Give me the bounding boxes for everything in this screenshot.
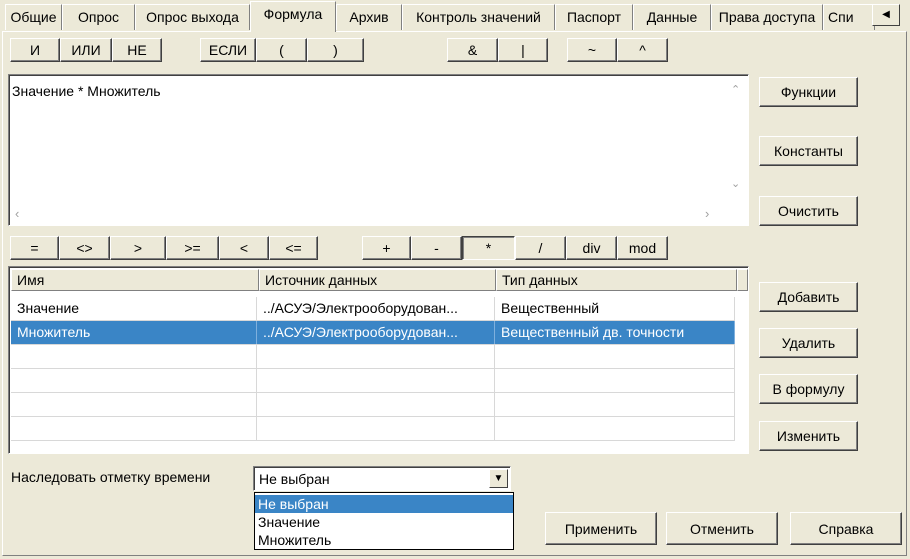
clear-button[interactable]: Очистить xyxy=(759,196,858,226)
scroll-down-icon[interactable]: ⌄ xyxy=(731,177,740,190)
functions-button[interactable]: Функции xyxy=(759,77,858,107)
tilde-button[interactable]: ~ xyxy=(567,38,617,62)
horizontal-scrollbar[interactable]: ‹ › xyxy=(11,205,723,223)
cell-type: Вещественный дв. точности xyxy=(495,321,735,344)
cell-name: Значение xyxy=(11,297,257,320)
scroll-left-icon[interactable]: ‹ xyxy=(15,206,19,221)
formula-text: Значение * Множитель xyxy=(12,83,161,99)
plus-button[interactable]: + xyxy=(362,236,411,260)
scroll-right-icon[interactable]: › xyxy=(705,206,709,221)
tab-strip: Общие Опрос Опрос выхода Формула Архив К… xyxy=(0,0,910,32)
column-header-name[interactable]: Имя xyxy=(11,269,259,291)
cancel-button[interactable]: Отменить xyxy=(666,512,778,545)
if-button[interactable]: ЕСЛИ xyxy=(200,38,256,62)
cell-source: ../АСУЭ/Электрооборудован... xyxy=(257,321,495,344)
close-paren-button[interactable]: ) xyxy=(307,38,364,62)
cell-name: Множитель xyxy=(11,321,257,344)
tab-data[interactable]: Данные xyxy=(633,4,711,30)
tab-list[interactable]: Спи xyxy=(823,4,875,30)
less-button[interactable]: < xyxy=(219,236,269,260)
table-row-empty xyxy=(11,393,735,417)
open-paren-button[interactable]: ( xyxy=(256,38,307,62)
column-header-filler xyxy=(737,269,748,291)
inherit-timestamp-value: Не выбран xyxy=(259,471,330,487)
inherit-timestamp-label: Наследовать отметку времени xyxy=(11,469,211,485)
or-button[interactable]: ИЛИ xyxy=(60,38,112,62)
dropdown-option-multiplier[interactable]: Множитель xyxy=(255,531,513,549)
greater-equal-button[interactable]: >= xyxy=(166,236,219,260)
tab-archive[interactable]: Архив xyxy=(336,4,402,30)
tab-formula[interactable]: Формула xyxy=(250,1,336,32)
tab-access-rights[interactable]: Права доступа xyxy=(711,4,823,30)
pipe-button[interactable]: | xyxy=(498,38,548,62)
ampersand-button[interactable]: & xyxy=(447,38,498,62)
table-row-empty xyxy=(11,417,735,441)
variables-table[interactable]: Имя Источник данных Тип данных Значение … xyxy=(8,266,749,454)
tab-poll[interactable]: Опрос xyxy=(62,4,135,30)
table-row-empty xyxy=(11,369,735,393)
tab-passport[interactable]: Паспорт xyxy=(555,4,633,30)
inherit-timestamp-select[interactable]: Не выбран ▼ xyxy=(253,466,511,491)
divide-button[interactable]: / xyxy=(515,236,566,260)
scroll-up-icon[interactable]: ⌃ xyxy=(731,83,740,96)
table-row[interactable]: Значение ../АСУЭ/Электрооборудован... Ве… xyxy=(11,297,735,321)
mod-button[interactable]: mod xyxy=(617,236,668,260)
formula-dialog: Общие Опрос Опрос выхода Формула Архив К… xyxy=(0,0,910,559)
inherit-timestamp-dropdown: Не выбран Значение Множитель xyxy=(254,492,514,550)
less-equal-button[interactable]: <= xyxy=(269,236,318,260)
vertical-scrollbar[interactable]: ⌃ ⌄ xyxy=(726,77,746,205)
cell-type: Вещественный xyxy=(495,297,735,320)
chevron-down-icon[interactable]: ▼ xyxy=(489,469,508,488)
to-formula-button[interactable]: В формулу xyxy=(759,374,858,404)
greater-button[interactable]: > xyxy=(110,236,166,260)
tab-value-control[interactable]: Контроль значений xyxy=(402,4,555,30)
not-button[interactable]: НЕ xyxy=(112,38,162,62)
column-header-source[interactable]: Источник данных xyxy=(259,269,496,291)
column-header-type[interactable]: Тип данных xyxy=(496,269,737,291)
not-equal-button[interactable]: <> xyxy=(59,236,110,260)
minus-button[interactable]: - xyxy=(411,236,462,260)
div-button[interactable]: div xyxy=(566,236,617,260)
cell-source: ../АСУЭ/Электрооборудован... xyxy=(257,297,495,320)
table-header: Имя Источник данных Тип данных xyxy=(11,269,748,291)
tab-output-poll[interactable]: Опрос выхода xyxy=(135,4,250,30)
dropdown-option-none[interactable]: Не выбран xyxy=(255,495,513,513)
left-arrow-icon[interactable]: ◀ xyxy=(872,4,900,26)
add-button[interactable]: Добавить xyxy=(759,282,858,312)
apply-button[interactable]: Применить xyxy=(545,512,657,545)
dropdown-option-value[interactable]: Значение xyxy=(255,513,513,531)
formula-editor[interactable]: Значение * Множитель ⌃ ⌄ ‹ › xyxy=(8,74,749,226)
table-row-empty xyxy=(11,345,735,369)
and-button[interactable]: И xyxy=(10,38,60,62)
equals-button[interactable]: = xyxy=(10,236,59,260)
tab-general[interactable]: Общие xyxy=(5,4,62,30)
help-button[interactable]: Справка xyxy=(790,512,902,545)
constants-button[interactable]: Константы xyxy=(759,136,858,166)
multiply-button[interactable]: * xyxy=(462,236,515,260)
edit-button[interactable]: Изменить xyxy=(759,421,858,451)
table-row-selected[interactable]: Множитель ../АСУЭ/Электрооборудован... В… xyxy=(11,321,735,345)
caret-button[interactable]: ^ xyxy=(617,38,668,62)
delete-button[interactable]: Удалить xyxy=(759,328,858,358)
